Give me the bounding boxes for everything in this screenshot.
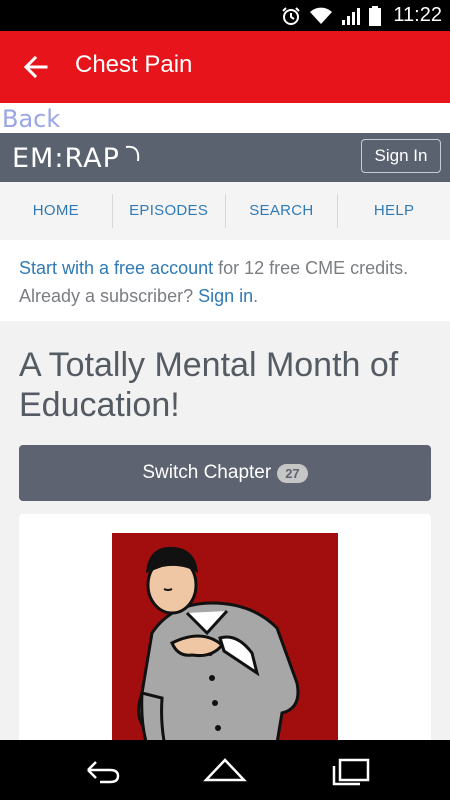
man-clutching-chest-illustration xyxy=(137,546,300,740)
switch-chapter-label: Switch Chapter xyxy=(142,462,272,483)
sign-in-button[interactable]: Sign In xyxy=(361,139,441,173)
page-title: A Totally Mental Month of Education! xyxy=(19,346,399,424)
chapter-illustration xyxy=(112,533,338,740)
battery-icon xyxy=(369,5,382,26)
emrap-logo[interactable]: EM:RAP xyxy=(12,141,140,175)
status-icons: 11:22 xyxy=(281,0,442,31)
logo-swoosh-icon xyxy=(125,145,140,162)
switch-chapter-button[interactable]: Switch Chapter 27 xyxy=(19,445,431,501)
system-nav-bar xyxy=(0,740,450,800)
status-time: 11:22 xyxy=(393,4,442,26)
chapter-card[interactable] xyxy=(19,514,431,740)
nav-home[interactable]: HOME xyxy=(0,194,112,228)
site-header: EM:RAP Sign In xyxy=(0,133,450,182)
signup-banner: Start with a free account for 12 free CM… xyxy=(0,240,450,321)
app-bar: Chest Pain xyxy=(0,31,450,103)
main-section: A Totally Mental Month of Education! Swi… xyxy=(0,321,450,740)
wifi-icon xyxy=(310,7,333,24)
chapter-count-badge: 27 xyxy=(277,463,308,483)
signup-text-2: . xyxy=(253,286,259,306)
nav-help[interactable]: HELP xyxy=(337,194,450,228)
free-account-link[interactable]: Start with a free account xyxy=(19,258,213,278)
nav-episodes[interactable]: EPISODES xyxy=(111,194,225,228)
alarm-icon xyxy=(282,6,301,25)
back-nav-icon[interactable] xyxy=(78,754,122,786)
back-link[interactable]: Back xyxy=(2,105,60,133)
signup-text: Start with a free account for 12 free CM… xyxy=(19,254,439,310)
status-bar: 11:22 xyxy=(0,0,450,31)
arrow-left-icon[interactable] xyxy=(22,53,50,81)
nav-search[interactable]: SEARCH xyxy=(224,194,338,228)
logo-text: EM:RAP xyxy=(12,142,120,174)
webview-content: Back EM:RAP Sign In HOME EPISODES SEARCH… xyxy=(0,103,450,740)
app-title: Chest Pain xyxy=(75,51,193,78)
home-nav-icon[interactable] xyxy=(202,754,248,786)
site-nav: HOME EPISODES SEARCH HELP xyxy=(0,182,450,240)
signal-icon xyxy=(342,7,361,25)
recents-nav-icon[interactable] xyxy=(328,754,372,786)
sign-in-link[interactable]: Sign in xyxy=(198,286,253,306)
